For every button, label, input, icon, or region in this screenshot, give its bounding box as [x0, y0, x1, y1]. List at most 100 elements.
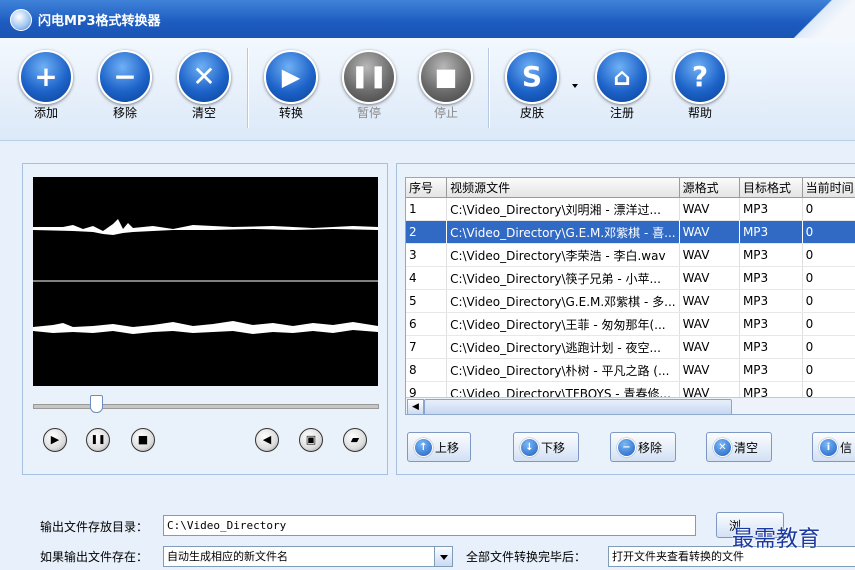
stop-icon: ■	[419, 50, 473, 104]
close-icon: ✕	[177, 50, 231, 104]
skin-button[interactable]: S 皮肤	[500, 50, 564, 121]
playback-slider-thumb[interactable]	[90, 395, 103, 413]
row-index: 7	[406, 335, 448, 359]
add-button-label: 添加	[33, 106, 58, 120]
skin-dropdown-icon[interactable]	[572, 84, 578, 88]
list-remove-button[interactable]: − 移除	[610, 432, 676, 462]
clear-button-label: 清空	[191, 106, 216, 120]
table-row[interactable]: 5 C:\Video_Directory\G.E.M.邓紫棋 - 多... WAV M…	[406, 289, 855, 313]
play-button[interactable]: ▶	[43, 428, 67, 452]
list-clear-label: 清空	[734, 441, 759, 455]
scroll-left-icon[interactable]: ◀	[407, 399, 424, 414]
add-button[interactable]: + 添加	[14, 50, 78, 121]
table-body: 1 C:\Video_Directory\刘明湘 - 漂洋过... WAV MP3 0 2…	[406, 197, 855, 405]
row-source-format: WAV	[679, 358, 740, 382]
waveform-display	[33, 177, 378, 386]
camera-icon: ▣	[305, 433, 317, 446]
row-index: 6	[406, 312, 448, 336]
table-header-row: 序号 视频源文件 源格式 目标格式 当前时间	[406, 178, 855, 198]
file-table: 序号 视频源文件 源格式 目标格式 当前时间 1 C:\Video_Directory\刘…	[406, 178, 855, 405]
player-panel: ▶ ❚❚ ■ ◀ ▣ ▰	[22, 163, 388, 475]
row-current-time: 0	[802, 266, 855, 290]
output-dir-label: 输出文件存放目录：	[40, 520, 149, 534]
row-index: 1	[406, 197, 448, 221]
row-source-file: C:\Video_Directory\刘明湘 - 漂洋过...	[446, 197, 680, 221]
row-target-format: MP3	[739, 335, 803, 359]
column-header[interactable]: 目标格式	[739, 178, 803, 198]
column-header[interactable]: 序号	[406, 178, 448, 198]
row-target-format: MP3	[739, 220, 803, 244]
chevron-down-icon	[434, 547, 452, 566]
snapshot-button[interactable]: ▣	[299, 428, 323, 452]
pause-playback-button[interactable]: ❚❚	[86, 428, 110, 452]
play-icon: ▶	[264, 50, 318, 104]
table-row[interactable]: 4 C:\Video_Directory\筷子兄弟 - 小苹... WAV MP3 0	[406, 266, 855, 290]
row-current-time: 0	[802, 312, 855, 336]
row-current-time: 0	[802, 358, 855, 382]
column-header[interactable]: 源格式	[679, 178, 740, 198]
waveform-top	[33, 219, 378, 235]
close-icon: ✕	[713, 438, 732, 457]
row-source-format: WAV	[679, 335, 740, 359]
register-button[interactable]: ⌂ 注册	[590, 50, 654, 121]
column-header[interactable]: 当前时间	[802, 178, 855, 198]
row-source-format: WAV	[679, 266, 740, 290]
row-index: 2	[406, 220, 448, 244]
file-exists-select[interactable]: 自动生成相应的新文件名	[163, 546, 453, 567]
app-icon	[10, 9, 32, 31]
table-row[interactable]: 2 C:\Video_Directory\G.E.M.邓紫棋 - 喜... WAV M…	[406, 220, 855, 244]
table-row[interactable]: 1 C:\Video_Directory\刘明湘 - 漂洋过... WAV MP3 0	[406, 197, 855, 221]
remove-button[interactable]: − 移除	[93, 50, 157, 121]
stop-playback-button[interactable]: ■	[131, 428, 155, 452]
row-current-time: 0	[802, 220, 855, 244]
info-icon: i	[819, 438, 838, 457]
row-target-format: MP3	[739, 358, 803, 382]
file-list-panel: 序号 视频源文件 源格式 目标格式 当前时间 1 C:\Video_Directory\刘…	[396, 163, 855, 475]
scrollbar-thumb[interactable]	[424, 399, 732, 414]
move-down-button[interactable]: ↓ 下移	[513, 432, 579, 462]
row-source-format: WAV	[679, 289, 740, 313]
move-down-label: 下移	[541, 441, 566, 455]
toolbar-separator	[488, 48, 490, 128]
row-index: 4	[406, 266, 448, 290]
play-icon: ▶	[50, 433, 60, 446]
file-exists-value: 自动生成相应的新文件名	[167, 550, 288, 563]
open-folder-button[interactable]: ▰	[343, 428, 367, 452]
table-row[interactable]: 7 C:\Video_Directory\逃跑计划 - 夜空... WAV MP3 0	[406, 335, 855, 359]
row-source-file: C:\Video_Directory\朴树 - 平凡之路 (...	[446, 358, 680, 382]
help-button[interactable]: ? 帮助	[668, 50, 732, 121]
row-source-format: WAV	[679, 243, 740, 267]
stop-icon: ■	[137, 433, 149, 446]
row-current-time: 0	[802, 335, 855, 359]
convert-button[interactable]: ▶ 转换	[259, 50, 323, 121]
horizontal-scrollbar[interactable]: ◀	[406, 397, 855, 414]
volume-button[interactable]: ◀	[255, 428, 279, 452]
info-button[interactable]: i 信	[812, 432, 855, 462]
after-convert-label: 全部文件转换完毕后：	[466, 550, 587, 564]
table-row[interactable]: 6 C:\Video_Directory\王菲 - 匆匆那年(... WAV MP3 0	[406, 312, 855, 336]
row-target-format: MP3	[739, 312, 803, 336]
title-bar: 闪电MP3格式转换器	[0, 0, 855, 38]
home-icon: ⌂	[595, 50, 649, 104]
output-dir-input[interactable]: C:\Video_Directory	[163, 515, 696, 536]
help-icon: ?	[673, 50, 727, 104]
pause-button[interactable]: ❚❚ 暂停	[337, 50, 401, 121]
row-target-format: MP3	[739, 289, 803, 313]
watermark-text: 最需教育	[732, 527, 821, 552]
row-source-format: WAV	[679, 197, 740, 221]
list-clear-button[interactable]: ✕ 清空	[706, 432, 772, 462]
table-row[interactable]: 3 C:\Video_Directory\李荣浩 - 李白.wav WAV MP3 0	[406, 243, 855, 267]
table-row[interactable]: 8 C:\Video_Directory\朴树 - 平凡之路 (... WAV MP3…	[406, 358, 855, 382]
help-button-label: 帮助	[687, 106, 712, 120]
minus-icon: −	[617, 438, 636, 457]
row-target-format: MP3	[739, 243, 803, 267]
clear-button[interactable]: ✕ 清空	[172, 50, 236, 121]
column-header[interactable]: 视频源文件	[446, 178, 680, 198]
pause-icon: ❚❚	[342, 50, 396, 104]
toolbar-separator	[247, 48, 249, 128]
move-up-button[interactable]: ↑ 上移	[407, 432, 471, 462]
row-source-file: C:\Video_Directory\G.E.M.邓紫棋 - 喜...	[446, 220, 680, 244]
row-index: 5	[406, 289, 448, 313]
playback-slider-track[interactable]	[33, 404, 379, 409]
stop-button[interactable]: ■ 停止	[414, 50, 478, 121]
